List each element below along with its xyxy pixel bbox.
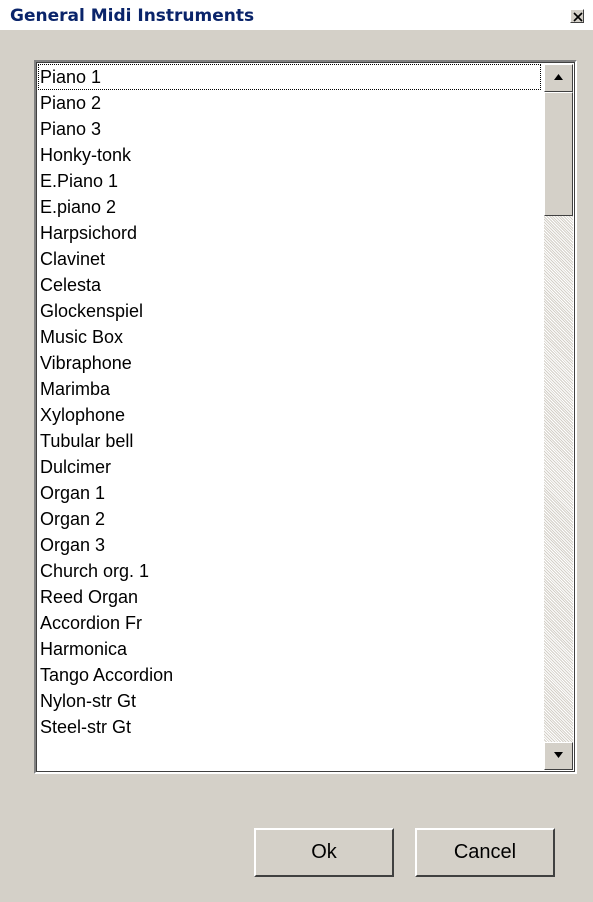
instrument-listbox[interactable]: Piano 1 Piano 2 Piano 3 Honky-tonk E.Piano 1… bbox=[34, 60, 577, 774]
list-item[interactable]: Dulcimer bbox=[38, 454, 544, 480]
ok-button[interactable]: Ok bbox=[254, 828, 394, 877]
list-item[interactable]: Harpsichord bbox=[38, 220, 544, 246]
midi-instruments-dialog: General Midi Instruments Piano 1 Piano 2P… bbox=[0, 0, 593, 902]
title-bar: General Midi Instruments bbox=[0, 0, 593, 30]
vertical-scrollbar[interactable] bbox=[544, 64, 573, 770]
list-item[interactable]: Tubular bell bbox=[38, 428, 544, 454]
list-item[interactable]: Organ 1 bbox=[38, 480, 544, 506]
dialog-body: Piano 1 Piano 2 Piano 3 Honky-tonk E.Piano 1… bbox=[4, 30, 593, 902]
list-item[interactable]: Clavinet bbox=[38, 246, 544, 272]
list-item[interactable]: Harmonica bbox=[38, 636, 544, 662]
list-item[interactable]: Piano 2 bbox=[38, 90, 544, 116]
list-item[interactable]: E.Piano 1 bbox=[38, 168, 544, 194]
list-item[interactable]: Reed Organ bbox=[38, 584, 544, 610]
arrow-down-icon bbox=[554, 752, 563, 758]
list-item[interactable]: Organ 3 bbox=[38, 532, 544, 558]
list-item[interactable]: Piano 3 bbox=[38, 116, 544, 142]
list-item[interactable]: Steel-str Gt bbox=[38, 714, 544, 740]
list-item[interactable]: Accordion Fr bbox=[38, 610, 544, 636]
list-item[interactable]: Marimba bbox=[38, 376, 544, 402]
list-item[interactable]: Tango Accordion bbox=[38, 662, 544, 688]
scroll-down-button[interactable] bbox=[544, 742, 573, 770]
list-item[interactable]: Vibraphone bbox=[38, 350, 544, 376]
list-item[interactable]: E.piano 2 bbox=[38, 194, 544, 220]
list-item[interactable]: Xylophone bbox=[38, 402, 544, 428]
instrument-list: Piano 1 Piano 2 Piano 3 Honky-tonk E.Piano 1… bbox=[38, 64, 544, 740]
list-item[interactable]: Celesta bbox=[38, 272, 544, 298]
list-item[interactable]: Glockenspiel bbox=[38, 298, 544, 324]
list-item[interactable]: Honky-tonk bbox=[38, 142, 544, 168]
scroll-up-button[interactable] bbox=[544, 64, 573, 92]
list-item[interactable]: Piano 1 bbox=[38, 64, 541, 90]
dialog-title: General Midi Instruments bbox=[10, 6, 255, 26]
arrow-up-icon bbox=[554, 74, 563, 80]
scroll-thumb[interactable] bbox=[544, 92, 573, 216]
list-item[interactable]: Nylon-str Gt bbox=[38, 688, 544, 714]
close-button[interactable] bbox=[570, 9, 584, 23]
list-item[interactable]: Church org. 1 bbox=[38, 558, 544, 584]
cancel-button[interactable]: Cancel bbox=[415, 828, 555, 877]
list-item[interactable]: Organ 2 bbox=[38, 506, 544, 532]
close-icon bbox=[573, 12, 583, 22]
list-item[interactable]: Music Box bbox=[38, 324, 544, 350]
